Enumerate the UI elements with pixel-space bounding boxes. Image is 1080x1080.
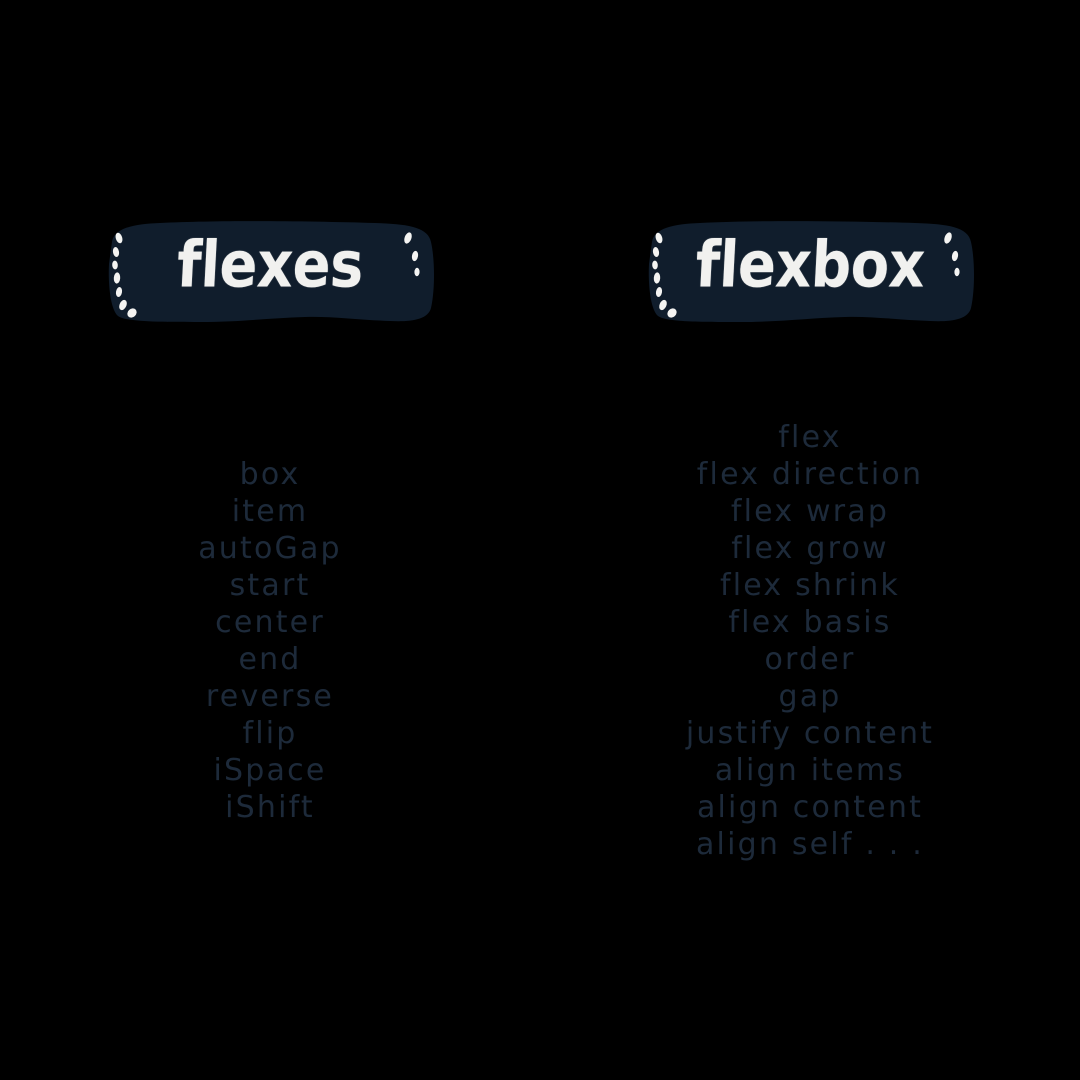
keyword-item: item <box>231 494 309 529</box>
badge-label-flexbox: flexbox <box>693 228 927 303</box>
keyword-item: reverse <box>205 679 335 714</box>
keyword-list-flexes: box item autoGap start center end revers… <box>0 456 540 826</box>
keyword-item: flex basis <box>728 605 892 640</box>
badge-flexes: flexes <box>90 212 450 332</box>
keyword-item: flex direction <box>696 457 924 492</box>
keyword-list-flexbox: flex flex direction flex wrap flex grow … <box>540 419 1080 863</box>
badge-label-flexes: flexes <box>175 228 365 303</box>
keyword-item: autoGap <box>198 531 342 566</box>
keyword-item: order <box>764 642 856 677</box>
keyword-item: flex shrink <box>719 568 900 603</box>
keyword-item: flip <box>242 716 298 751</box>
keyword-item: justify content <box>685 716 935 751</box>
keyword-item: box <box>239 457 301 492</box>
keyword-item: gap <box>778 679 842 714</box>
keyword-item: align content <box>696 790 924 825</box>
column-flexbox: flexbox flex flex direction flex wrap fl… <box>540 0 1080 1080</box>
keyword-item: align self . . . <box>695 827 925 862</box>
keyword-item: align items <box>714 753 906 788</box>
keyword-item: flex wrap <box>730 494 890 529</box>
keyword-item: flex <box>778 420 842 455</box>
column-flexes: flexes box item autoGap start center end… <box>0 0 540 1080</box>
keyword-item: iShift <box>225 790 315 825</box>
keyword-item: flex grow <box>731 531 889 566</box>
keyword-item: start <box>229 568 311 603</box>
keyword-item: end <box>238 642 302 677</box>
keyword-item: iSpace <box>213 753 327 788</box>
badge-flexbox: flexbox <box>630 212 990 332</box>
keyword-item: center <box>215 605 325 640</box>
comparison-canvas: flexes box item autoGap start center end… <box>0 0 1080 1080</box>
